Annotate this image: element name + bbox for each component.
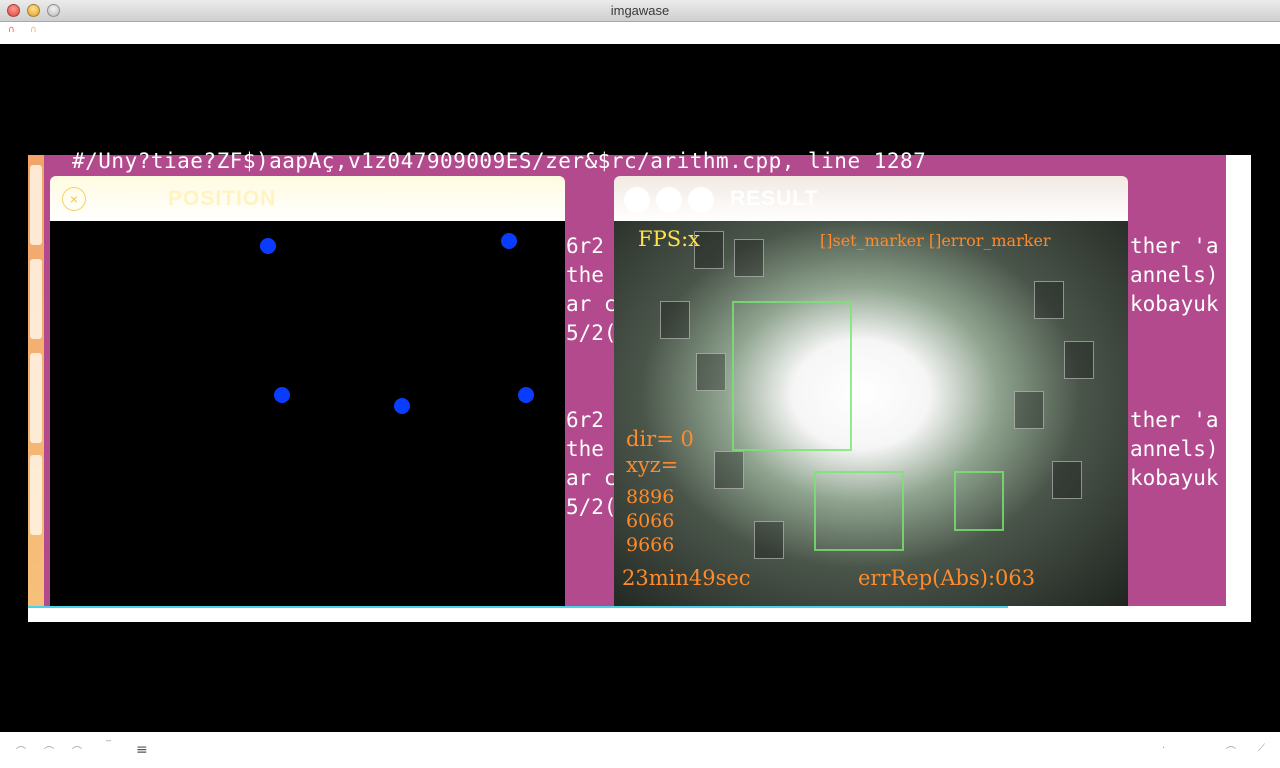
xyz-value: 8896 [626, 486, 675, 508]
elapsed-time: 23min49sec [622, 566, 751, 590]
close-icon[interactable] [624, 187, 650, 213]
marker-tile [1034, 281, 1064, 319]
launcher-tile [30, 165, 42, 245]
image-canvas: #/Uny?tiae?ZF$)aapAç,v1z047909009ES/zer&… [0, 44, 1280, 732]
xyz-label: xyz= [626, 453, 679, 477]
terminal-line: kobayuk [1130, 292, 1219, 316]
terminal-line: ther 'a [1130, 234, 1219, 258]
result-window: RESULT FPS:x []set_marker []error_marker… [614, 176, 1128, 606]
xyz-values: 8896 6066 9666 [626, 485, 674, 557]
result-window-title: RESULT [730, 187, 819, 210]
terminal-line: ther 'a [1130, 408, 1219, 432]
fps-label: FPS:x [638, 227, 701, 251]
terminal-line: 6r2 [566, 408, 604, 432]
terminal-line: the [566, 263, 604, 287]
marker-dot [501, 233, 517, 249]
detected-marker-box [814, 471, 904, 551]
captured-desktop: #/Uny?tiae?ZF$)aapAç,v1z047909009ES/zer&… [28, 149, 1226, 606]
marker-dot [260, 238, 276, 254]
toolbar-glyph-icon[interactable]: ∩ [8, 25, 15, 35]
marker-dot [518, 387, 534, 403]
terminal-line: ar c [566, 466, 617, 490]
launcher-tile [30, 455, 42, 535]
marker-tile [714, 451, 744, 489]
terminal-block: ther 'a annels) kobayuk [1130, 232, 1219, 319]
xyz-value: 6066 [626, 510, 675, 532]
terminal-line: #/Uny?tiae?ZF$)aapAç,v1z047909009ES/zer&… [72, 149, 927, 173]
toolbar-strip: ∩ ∩ [0, 22, 1280, 44]
detected-marker-box [732, 301, 852, 451]
status-icon[interactable]: ⌒ [44, 743, 54, 758]
marker-tile [660, 301, 690, 339]
status-icon[interactable]: ⌒ [72, 743, 82, 758]
launcher-tile [30, 259, 42, 339]
marker-legend: []set_marker []error_marker [820, 231, 1051, 250]
error-readout: errRep(Abs):063 [858, 566, 1036, 590]
resize-handle-icon[interactable]: ⟋ [1258, 743, 1265, 754]
marker-tile [754, 521, 784, 559]
position-window-titlebar: × POSITION [50, 176, 565, 221]
toolbar-glyph-icon[interactable]: ∩ [30, 25, 37, 35]
position-window-title: POSITION [168, 187, 277, 210]
terminal-line: 6r2 [566, 234, 604, 258]
status-icon[interactable]: ‾ [106, 740, 111, 751]
terminal-line: 5/2( [566, 321, 617, 345]
launcher-strip [28, 155, 44, 606]
marker-tile [696, 353, 726, 391]
terminal-line: the [566, 437, 604, 461]
terminal-block: 6r2 the ar c 5/2( [566, 232, 617, 348]
marker-tile [1052, 461, 1082, 499]
terminal-line: ar c [566, 292, 617, 316]
minimize-icon[interactable] [656, 187, 682, 213]
status-icon[interactable]: ⌒ [16, 743, 26, 758]
position-window: × POSITION [50, 176, 565, 606]
position-canvas [50, 221, 565, 606]
bottom-statusbar: ⌒ ⌒ ⌒ ‾ ≡ · ⌒ ⟋ [0, 732, 1280, 768]
result-window-titlebar: RESULT [614, 176, 1128, 221]
marker-dot [274, 387, 290, 403]
terminal-line: kobayuk [1130, 466, 1219, 490]
window-title: imgawase [610, 3, 670, 18]
video-frame: #/Uny?tiae?ZF$)aapAç,v1z047909009ES/zer&… [28, 149, 1251, 622]
status-icon[interactable]: · [1162, 743, 1165, 754]
detected-marker-box [954, 471, 1004, 531]
terminal-line: annels) [1130, 263, 1219, 287]
marker-tile [1064, 341, 1094, 379]
camera-view: FPS:x []set_marker []error_marker dir= 0… [614, 221, 1128, 606]
progress-line [28, 606, 1008, 608]
zoom-icon[interactable] [688, 187, 714, 213]
marker-dot [394, 398, 410, 414]
terminal-line: annels) [1130, 437, 1219, 461]
marker-tile [1014, 391, 1044, 429]
xyz-value: 9666 [626, 534, 675, 556]
close-icon[interactable]: × [62, 187, 86, 211]
status-icon[interactable]: ⌒ [1226, 743, 1236, 758]
hamburger-menu-icon[interactable]: ≡ [136, 742, 148, 758]
terminal-line: 5/2( [566, 495, 617, 519]
window-titlebar: imgawase [0, 0, 1280, 22]
terminal-block: 6r2 the ar c 5/2( [566, 406, 617, 522]
launcher-tile [30, 353, 42, 443]
terminal-block: ther 'a annels) kobayuk [1130, 406, 1219, 493]
marker-tile [734, 239, 764, 277]
direction-label: dir= 0 [626, 427, 694, 451]
